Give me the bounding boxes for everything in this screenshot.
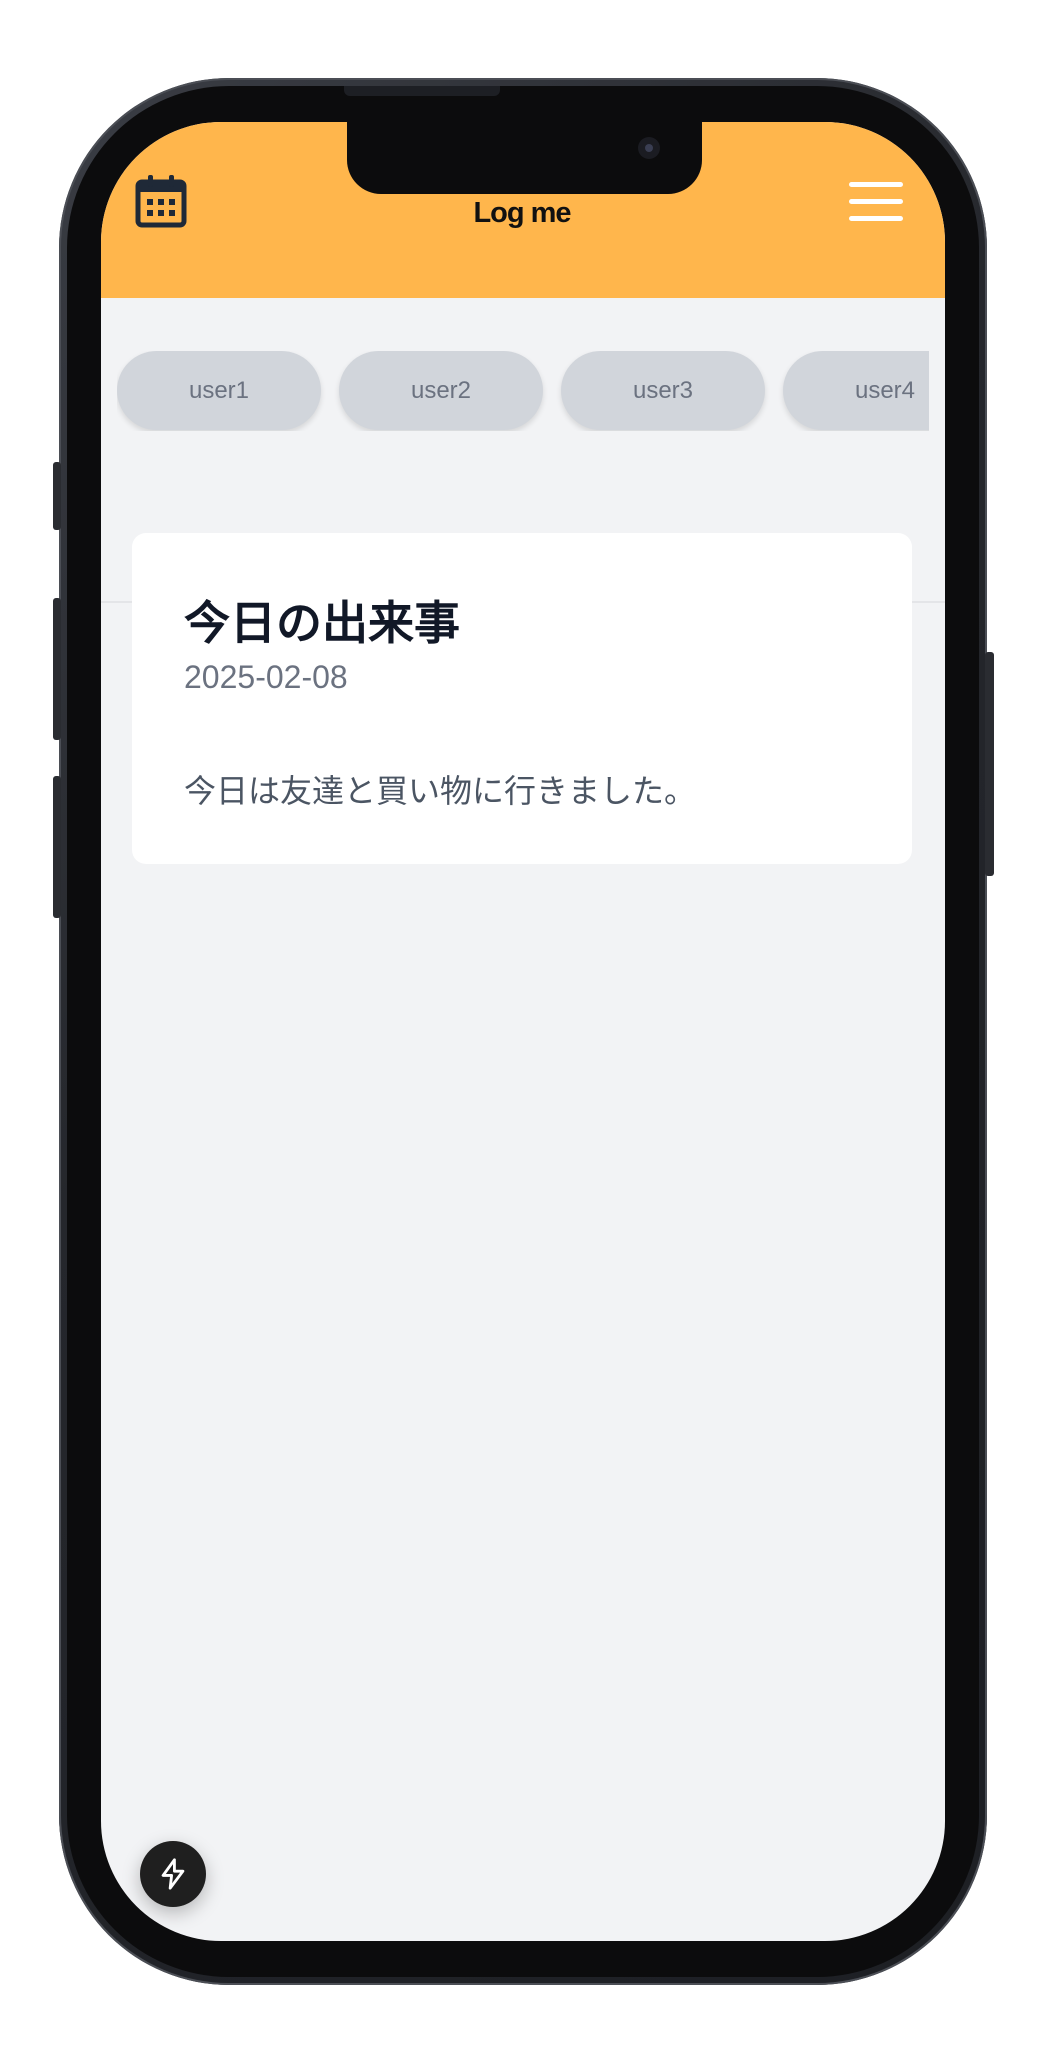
- entry-date: 2025-02-08: [184, 659, 348, 695]
- silent-switch: [53, 462, 61, 530]
- volume-down-button: [53, 776, 61, 918]
- device-notch: [347, 122, 702, 194]
- user-tab-user3[interactable]: user3: [561, 351, 765, 430]
- user-tab-user4[interactable]: user4: [783, 351, 929, 430]
- lightning-bolt-icon: [161, 1858, 185, 1890]
- user-tabs-scroller[interactable]: user1 user2 user3 user4: [117, 351, 929, 431]
- diary-entry-card[interactable]: 今日の出来事 2025-02-08 今日は友達と買い物に行きました。: [132, 533, 912, 864]
- power-button: [985, 652, 994, 876]
- lightning-bolt-button[interactable]: [140, 1841, 206, 1907]
- app-logo[interactable]: Log me: [447, 197, 597, 237]
- app-screen: Log me user1 user2 user3 user4 今日の出来事 20…: [101, 122, 945, 1941]
- earpiece-speaker: [344, 86, 500, 96]
- user-tab-user1[interactable]: user1: [117, 351, 321, 430]
- entry-body: 今日は友達と買い物に行きました。: [184, 772, 697, 810]
- front-camera-icon: [638, 137, 660, 159]
- user-tab-user2[interactable]: user2: [339, 351, 543, 430]
- entry-title: 今日の出来事: [184, 596, 460, 650]
- volume-up-button: [53, 598, 61, 740]
- device-mockup: Log me user1 user2 user3 user4 今日の出来事 20…: [0, 0, 1055, 2071]
- calendar-icon[interactable]: [135, 173, 187, 229]
- hamburger-menu-icon[interactable]: [849, 180, 903, 224]
